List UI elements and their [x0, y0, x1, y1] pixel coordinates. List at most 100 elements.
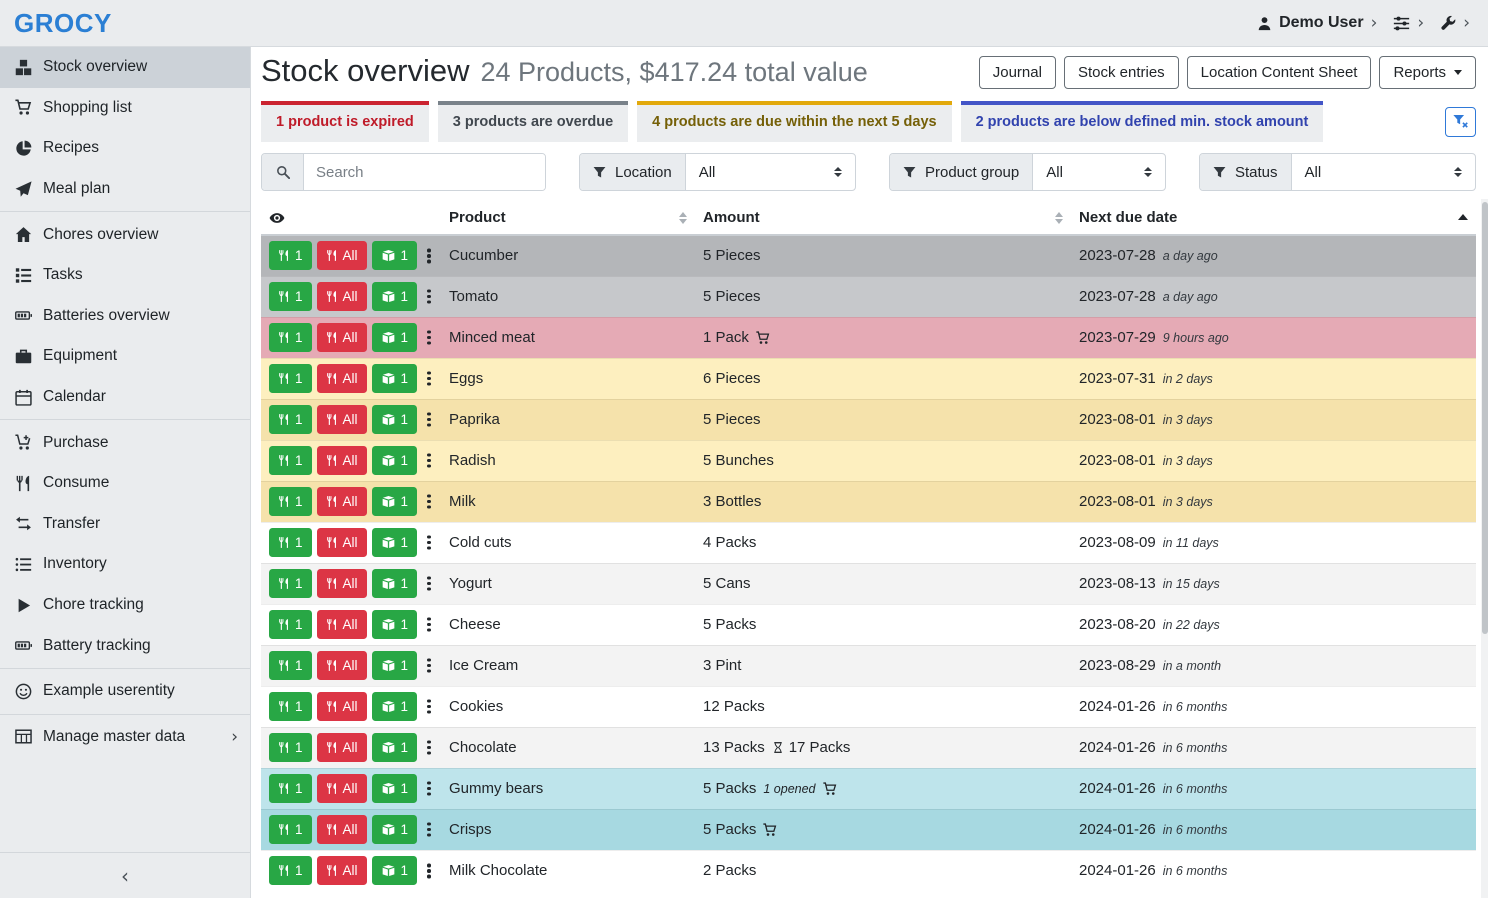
clear-filters-button[interactable] [1445, 107, 1476, 137]
consume-all-button[interactable]: All [317, 241, 367, 270]
settings-menu[interactable]: › [1393, 13, 1424, 33]
stock-entries-button[interactable]: Stock entries [1064, 56, 1179, 89]
product-name-link[interactable]: Milk [449, 493, 476, 510]
open-one-button[interactable]: 1 [372, 856, 418, 885]
open-one-button[interactable]: 1 [372, 692, 418, 721]
consume-one-button[interactable]: 1 [269, 241, 312, 270]
consume-one-button[interactable]: 1 [269, 651, 312, 680]
consume-all-button[interactable]: All [317, 692, 367, 721]
sidebar-item-transfer[interactable]: Transfer [0, 504, 250, 545]
consume-all-button[interactable]: All [317, 282, 367, 311]
sidebar-item-inventory[interactable]: Inventory [0, 544, 250, 585]
consume-all-button[interactable]: All [317, 446, 367, 475]
open-one-button[interactable]: 1 [372, 241, 418, 270]
row-menu-button[interactable] [422, 323, 436, 352]
banner-due[interactable]: 4 products are due within the next 5 day… [637, 101, 951, 142]
consume-all-button[interactable]: All [317, 364, 367, 393]
consume-all-button[interactable]: All [317, 569, 367, 598]
sidebar-item-meal-plan[interactable]: Meal plan [0, 169, 250, 210]
consume-one-button[interactable]: 1 [269, 815, 312, 844]
sidebar-item-chore-tracking[interactable]: Chore tracking [0, 585, 250, 626]
sidebar-item-tasks[interactable]: Tasks [0, 255, 250, 296]
consume-one-button[interactable]: 1 [269, 364, 312, 393]
row-menu-button[interactable] [422, 815, 436, 844]
sidebar-item-calendar[interactable]: Calendar [0, 377, 250, 418]
consume-one-button[interactable]: 1 [269, 733, 312, 762]
product-name-link[interactable]: Yogurt [449, 575, 492, 592]
sidebar-item-manage-master-data[interactable]: Manage master data › [0, 717, 250, 758]
row-menu-button[interactable] [422, 405, 436, 434]
consume-one-button[interactable]: 1 [269, 610, 312, 639]
column-header-due-date[interactable]: Next due date [1071, 203, 1476, 235]
product-name-link[interactable]: Minced meat [449, 329, 535, 346]
consume-all-button[interactable]: All [317, 774, 367, 803]
consume-all-button[interactable]: All [317, 733, 367, 762]
product-name-link[interactable]: Crisps [449, 821, 492, 838]
sidebar-item-battery-tracking[interactable]: Battery tracking [0, 625, 250, 666]
search-input[interactable] [304, 154, 545, 190]
consume-all-button[interactable]: All [317, 651, 367, 680]
column-header-amount[interactable]: Amount [695, 203, 1071, 235]
sidebar-item-purchase[interactable]: Purchase [0, 422, 250, 463]
sidebar-collapse-button[interactable]: ‹ [0, 852, 250, 898]
journal-button[interactable]: Journal [979, 56, 1056, 89]
row-menu-button[interactable] [422, 651, 436, 680]
row-menu-button[interactable] [422, 241, 436, 270]
consume-all-button[interactable]: All [317, 610, 367, 639]
product-name-link[interactable]: Ice Cream [449, 657, 518, 674]
scrollbar-track[interactable] [1481, 199, 1488, 898]
row-menu-button[interactable] [422, 528, 436, 557]
sidebar-item-consume[interactable]: Consume [0, 463, 250, 504]
consume-one-button[interactable]: 1 [269, 774, 312, 803]
row-menu-button[interactable] [422, 610, 436, 639]
consume-one-button[interactable]: 1 [269, 692, 312, 721]
open-one-button[interactable]: 1 [372, 528, 418, 557]
user-menu[interactable]: Demo User › [1257, 13, 1377, 33]
banner-below[interactable]: 2 products are below defined min. stock … [961, 101, 1324, 142]
consume-all-button[interactable]: All [317, 528, 367, 557]
product-name-link[interactable]: Eggs [449, 370, 483, 387]
product-name-link[interactable]: Cookies [449, 698, 503, 715]
row-menu-button[interactable] [422, 774, 436, 803]
column-header-product[interactable]: Product [441, 203, 695, 235]
row-menu-button[interactable] [422, 282, 436, 311]
consume-all-button[interactable]: All [317, 856, 367, 885]
consume-all-button[interactable]: All [317, 487, 367, 516]
open-one-button[interactable]: 1 [372, 364, 418, 393]
open-one-button[interactable]: 1 [372, 282, 418, 311]
location-content-sheet-button[interactable]: Location Content Sheet [1187, 56, 1372, 89]
sidebar-item-stock-overview[interactable]: Stock overview [0, 47, 250, 88]
product-name-link[interactable]: Paprika [449, 411, 500, 428]
banner-overdue[interactable]: 3 products are overdue [438, 101, 628, 142]
product-name-link[interactable]: Cheese [449, 616, 501, 633]
location-select[interactable]: All [686, 154, 855, 190]
scrollbar-thumb[interactable] [1482, 202, 1488, 634]
consume-one-button[interactable]: 1 [269, 405, 312, 434]
consume-one-button[interactable]: 1 [269, 323, 312, 352]
row-menu-button[interactable] [422, 692, 436, 721]
sidebar-item-recipes[interactable]: Recipes [0, 128, 250, 169]
open-one-button[interactable]: 1 [372, 487, 418, 516]
open-one-button[interactable]: 1 [372, 651, 418, 680]
sidebar-item-equipment[interactable]: Equipment [0, 336, 250, 377]
open-one-button[interactable]: 1 [372, 446, 418, 475]
row-menu-button[interactable] [422, 364, 436, 393]
open-one-button[interactable]: 1 [372, 323, 418, 352]
consume-one-button[interactable]: 1 [269, 487, 312, 516]
row-menu-button[interactable] [422, 856, 436, 885]
consume-all-button[interactable]: All [317, 323, 367, 352]
product-name-link[interactable]: Milk Chocolate [449, 862, 547, 879]
product-name-link[interactable]: Cucumber [449, 247, 518, 264]
consume-one-button[interactable]: 1 [269, 528, 312, 557]
product-name-link[interactable]: Cold cuts [449, 534, 512, 551]
banner-expired[interactable]: 1 product is expired [261, 101, 429, 142]
consume-one-button[interactable]: 1 [269, 856, 312, 885]
open-one-button[interactable]: 1 [372, 815, 418, 844]
reports-button[interactable]: Reports [1379, 56, 1476, 89]
sidebar-item-batteries-overview[interactable]: Batteries overview [0, 296, 250, 337]
row-menu-button[interactable] [422, 733, 436, 762]
row-menu-button[interactable] [422, 569, 436, 598]
product-name-link[interactable]: Gummy bears [449, 780, 543, 797]
consume-one-button[interactable]: 1 [269, 569, 312, 598]
product-name-link[interactable]: Radish [449, 452, 496, 469]
